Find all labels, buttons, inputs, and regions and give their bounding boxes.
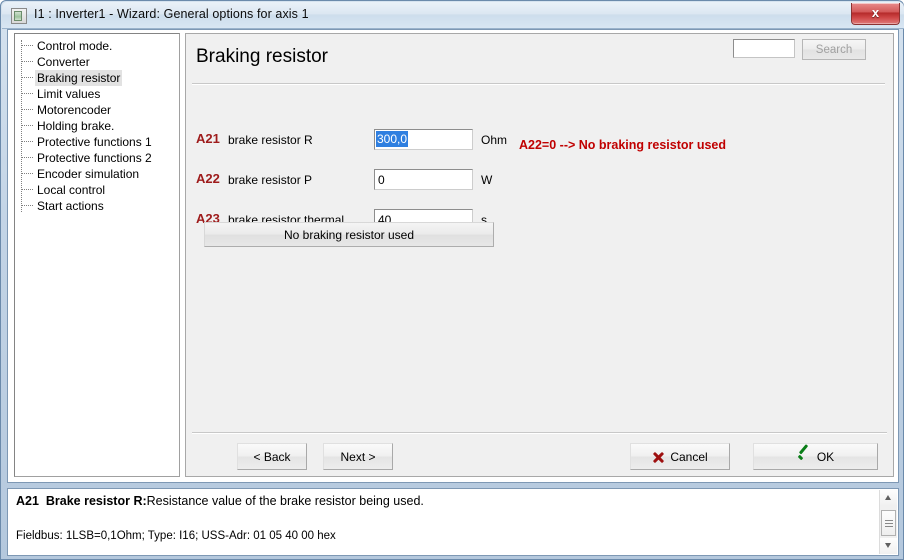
sidebar-item-encoder-simulation[interactable]: Encoder simulation [15, 166, 179, 182]
sidebar-item-protective-functions-1[interactable]: Protective functions 1 [15, 134, 179, 150]
status-message: A22=0 --> No braking resistor used [519, 138, 727, 152]
help-panel: A21 Brake resistor R:Resistance value of… [7, 488, 899, 556]
no-braking-resistor-used-button[interactable]: No braking resistor used [204, 222, 494, 247]
tree-connector-icon [21, 141, 33, 142]
sidebar-item-label: Protective functions 2 [37, 151, 152, 165]
help-fieldbus-line: Fieldbus: 1LSB=0,1Ohm; Type: I16; USS-Ad… [16, 530, 336, 542]
wizard-window: I1 : Inverter1 - Wizard: General options… [0, 0, 904, 560]
client-area: Control mode. Converter Braking resistor… [7, 29, 899, 483]
scroll-up-button[interactable] [880, 490, 897, 506]
ok-button-content: OK [760, 445, 871, 468]
sidebar-item-label: Braking resistor [35, 70, 123, 86]
back-button[interactable]: < Back [237, 443, 307, 470]
parameter-label: brake resistor R [228, 133, 313, 147]
close-icon: x [871, 5, 880, 20]
sidebar-item-protective-functions-2[interactable]: Protective functions 2 [15, 150, 179, 166]
tree-connector-icon [21, 173, 33, 174]
tree-connector-icon [21, 93, 33, 94]
grip-lines-icon [885, 520, 893, 521]
sidebar-item-motorencoder[interactable]: Motorencoder [15, 102, 179, 118]
title-divider [192, 83, 885, 85]
sidebar-item-converter[interactable]: Converter [15, 54, 179, 70]
tree-connector-icon [21, 109, 33, 110]
search-input[interactable] [733, 39, 795, 58]
ok-button-label: OK [816, 449, 835, 464]
page-title: Braking resistor [196, 46, 328, 67]
triangle-down-icon [885, 543, 891, 548]
sidebar-item-label: Control mode. [37, 39, 113, 53]
sidebar-item-local-control[interactable]: Local control [15, 182, 179, 198]
sidebar-item-limit-values[interactable]: Limit values [15, 86, 179, 102]
sidebar-item-label: Converter [37, 55, 90, 69]
sidebar-item-braking-resistor[interactable]: Braking resistor [15, 70, 179, 86]
x-mark-icon [652, 451, 664, 463]
title-bar: I1 : Inverter1 - Wizard: General options… [2, 2, 904, 29]
next-button[interactable]: Next > [323, 443, 393, 470]
content-panel: Braking resistor Search A21 brake resist… [185, 33, 894, 477]
close-button[interactable]: x [851, 3, 900, 25]
help-code: A21 [16, 494, 39, 508]
tree-connector-icon [21, 205, 33, 206]
sidebar-item-label: Limit values [37, 87, 101, 101]
triangle-up-icon [885, 495, 891, 500]
navigation-tree[interactable]: Control mode. Converter Braking resistor… [14, 33, 180, 477]
search-button[interactable]: Search [802, 39, 866, 60]
ok-button[interactable]: OK [753, 443, 878, 470]
brake-resistor-r-input[interactable] [374, 129, 473, 150]
scroll-down-button[interactable] [880, 538, 897, 554]
sidebar-item-control-mode[interactable]: Control mode. [15, 38, 179, 54]
tree-connector-icon [21, 157, 33, 158]
parameter-unit: W [481, 173, 493, 187]
parameter-unit: Ohm [481, 133, 508, 147]
help-description: Resistance value of the brake resistor b… [146, 494, 424, 508]
sidebar-item-label: Local control [37, 183, 106, 197]
cancel-button-label: Cancel [670, 449, 708, 464]
cancel-button[interactable]: Cancel [630, 443, 730, 470]
checkmark-icon [797, 451, 811, 463]
help-scrollbar[interactable] [879, 490, 897, 554]
sidebar-item-label: Motorencoder [37, 103, 112, 117]
tree-connector-icon [21, 77, 33, 78]
button-bar-divider [192, 432, 887, 434]
scrollbar-thumb[interactable] [881, 510, 896, 536]
sidebar-item-label: Protective functions 1 [37, 135, 152, 149]
window-title: I1 : Inverter1 - Wizard: General options… [34, 7, 309, 21]
parameter-label: brake resistor P [228, 173, 313, 187]
parameter-code: A21 [196, 131, 220, 146]
sidebar-item-label: Holding brake. [37, 119, 115, 133]
sidebar-item-holding-brake[interactable]: Holding brake. [15, 118, 179, 134]
help-primary-line: A21 Brake resistor R:Resistance value of… [16, 494, 424, 508]
tree-connector-icon [21, 189, 33, 190]
tree-connector-icon [21, 45, 33, 46]
parameter-row-a22: A22 brake resistor P W [186, 169, 893, 191]
tree-connector-icon [21, 125, 33, 126]
application-icon [11, 8, 27, 24]
help-title: Brake resistor R: [45, 494, 147, 508]
cancel-button-content: Cancel [637, 445, 723, 468]
sidebar-item-label: Encoder simulation [37, 167, 140, 181]
parameter-code: A22 [196, 171, 220, 186]
sidebar-item-start-actions[interactable]: Start actions [15, 198, 179, 214]
tree-connector-icon [21, 61, 33, 62]
tree-item-list: Control mode. Converter Braking resistor… [15, 34, 179, 214]
sidebar-item-label: Start actions [37, 199, 104, 213]
brake-resistor-p-input[interactable] [374, 169, 473, 190]
